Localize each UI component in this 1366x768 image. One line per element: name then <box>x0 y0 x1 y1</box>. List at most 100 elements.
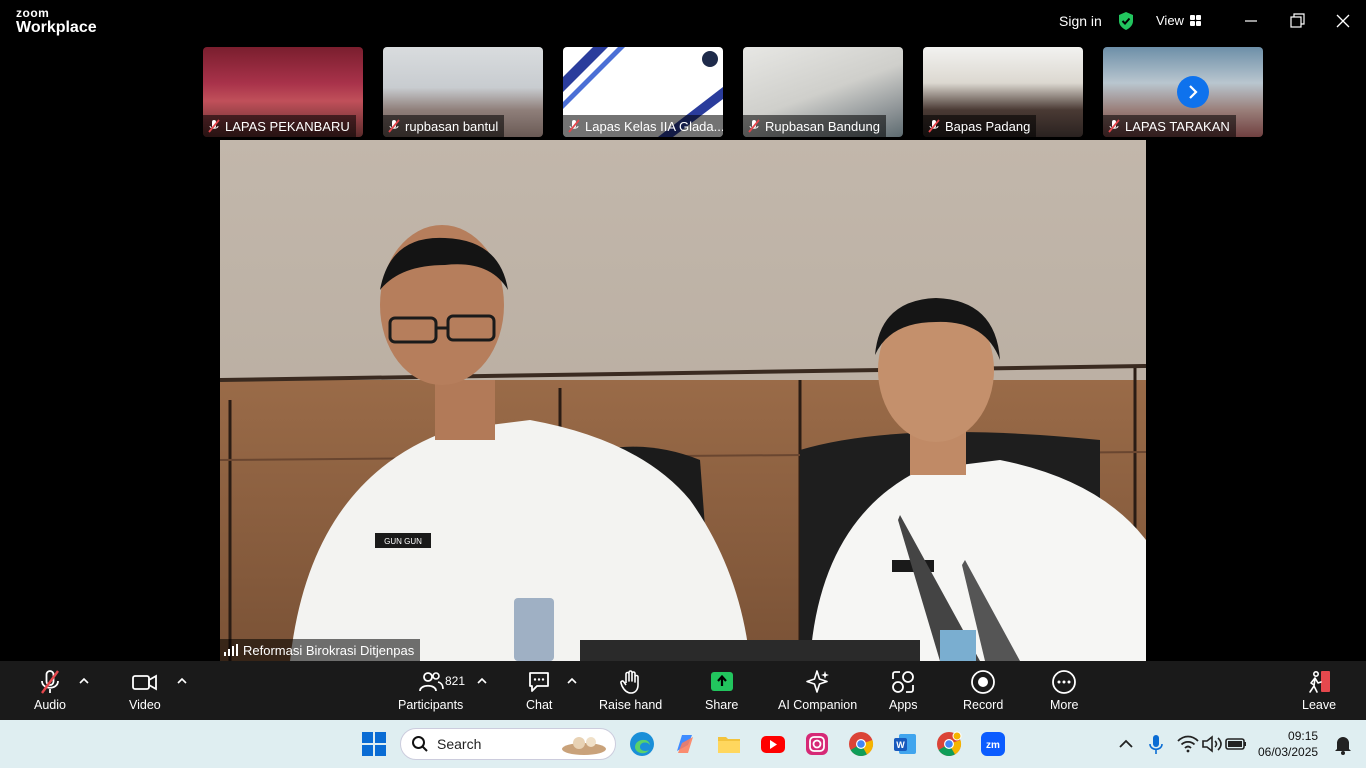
chevron-right-icon <box>1189 85 1198 99</box>
zoom-workplace-logo: zoom Workplace <box>16 7 97 36</box>
next-page-button[interactable] <box>1177 76 1209 108</box>
more-label: More <box>1050 698 1079 712</box>
chevron-up-icon[interactable] <box>477 677 487 685</box>
participant-name-tag: Rupbasan Bandung <box>743 115 886 137</box>
participant-tile[interactable]: rupbasan bantul <box>383 47 543 137</box>
gallery-strip: LAPAS PEKANBARU rupbasan bantul Lapas Ke… <box>203 47 1263 137</box>
participant-name-tag: rupbasan bantul <box>383 115 505 137</box>
participant-name: Bapas Padang <box>945 118 1031 134</box>
svg-text:W: W <box>896 740 905 750</box>
record-button[interactable]: Record <box>963 669 1003 712</box>
participants-count: 821 <box>445 674 466 688</box>
chrome-icon[interactable] <box>848 731 874 757</box>
battery-icon[interactable] <box>1223 731 1249 757</box>
title-bar: zoom Workplace Sign in View <box>0 0 1366 44</box>
more-icon <box>1052 670 1077 694</box>
wifi-icon[interactable] <box>1175 731 1201 757</box>
mic-muted-icon <box>568 119 580 133</box>
notification-bell-icon[interactable] <box>1330 731 1356 757</box>
hand-icon <box>619 670 639 694</box>
search-highlight-icon <box>562 737 606 755</box>
close-icon[interactable] <box>1331 10 1355 32</box>
ai-companion-label: AI Companion <box>778 698 858 712</box>
share-screen-icon <box>710 672 733 691</box>
participant-name: Lapas Kelas IIA Glada... <box>585 118 723 134</box>
audio-button[interactable]: Audio <box>34 669 66 712</box>
share-button[interactable]: Share <box>705 669 738 712</box>
mic-muted-icon <box>1108 119 1120 133</box>
raise-hand-label: Raise hand <box>599 698 663 712</box>
grid-icon <box>1189 15 1202 26</box>
view-button[interactable]: View <box>1156 13 1202 28</box>
participant-name-tag: LAPAS PEKANBARU <box>203 115 356 137</box>
file-explorer-icon[interactable] <box>716 731 742 757</box>
participant-tile[interactable]: Bapas Padang <box>923 47 1083 137</box>
chrome-profile-icon[interactable] <box>936 731 962 757</box>
chat-icon <box>529 672 550 692</box>
audio-label: Audio <box>34 698 66 712</box>
word-icon[interactable]: W <box>892 731 918 757</box>
participant-name-tag: Lapas Kelas IIA Glada... <box>563 115 723 137</box>
search-placeholder: Search <box>437 736 482 752</box>
chat-label: Chat <box>526 698 553 712</box>
signal-strength-icon <box>224 644 238 656</box>
microphone-icon[interactable] <box>1143 731 1169 757</box>
brand-bottom: Workplace <box>16 19 97 36</box>
camera-icon <box>131 674 157 691</box>
participant-name: Rupbasan Bandung <box>765 118 880 134</box>
copilot-icon[interactable] <box>672 731 698 757</box>
chevron-up-icon[interactable] <box>567 677 577 685</box>
leave-icon <box>1309 670 1331 693</box>
brand-top: zoom <box>16 6 50 20</box>
shield-check-icon[interactable] <box>1117 11 1135 31</box>
participant-tile[interactable]: LAPAS PEKANBARU <box>203 47 363 137</box>
svg-text:zm: zm <box>986 740 1000 751</box>
chevron-up-icon[interactable] <box>177 677 187 685</box>
taskbar-search[interactable]: Search <box>400 728 616 760</box>
mic-muted-icon <box>388 119 400 133</box>
windows-start-icon[interactable] <box>361 731 387 757</box>
raise-hand-button[interactable]: Raise hand <box>599 669 662 712</box>
chat-button[interactable]: Chat <box>526 669 552 712</box>
participant-tile[interactable]: Rupbasan Bandung <box>743 47 903 137</box>
youtube-icon[interactable] <box>760 731 786 757</box>
leave-label: Leave <box>1302 698 1337 712</box>
sign-in-link[interactable]: Sign in <box>1059 13 1102 29</box>
record-icon <box>971 670 996 694</box>
system-clock[interactable]: 09:15 06/03/2025 <box>1258 728 1318 760</box>
more-button[interactable]: More <box>1050 669 1078 712</box>
record-label: Record <box>963 698 1004 712</box>
video-button[interactable]: Video <box>129 669 161 712</box>
zoom-app-icon[interactable]: zm <box>980 731 1006 757</box>
instagram-icon[interactable] <box>804 731 830 757</box>
restore-icon[interactable] <box>1285 10 1309 32</box>
video-label: Video <box>129 698 161 712</box>
view-label: View <box>1156 13 1184 28</box>
minimize-icon[interactable] <box>1239 10 1263 32</box>
speaker-name: Reformasi Birokrasi Ditjenpas <box>243 642 415 658</box>
participant-name: LAPAS TARAKAN <box>1125 118 1230 134</box>
participant-name: rupbasan bantul <box>405 118 499 134</box>
participant-name: LAPAS PEKANBARU <box>225 118 350 134</box>
participant-name-tag: LAPAS TARAKAN <box>1103 115 1236 137</box>
edge-icon[interactable] <box>629 731 655 757</box>
speaker-name-tag: Reformasi Birokrasi Ditjenpas <box>220 639 421 661</box>
mic-muted-icon <box>208 119 220 133</box>
chevron-up-icon[interactable] <box>79 677 89 685</box>
sparkle-icon <box>805 670 829 693</box>
apps-icon <box>892 671 915 693</box>
leave-button[interactable]: Leave <box>1302 669 1336 712</box>
participant-tile[interactable]: Lapas Kelas IIA Glada... <box>563 47 723 137</box>
share-label: Share <box>705 698 739 712</box>
chevron-up-icon[interactable] <box>1113 731 1139 757</box>
participants-icon <box>418 672 444 692</box>
active-speaker-video[interactable]: GUN GUN Reformasi Birokrasi Ditjenpas <box>220 140 1146 661</box>
name-badge-left: GUN GUN <box>384 537 422 546</box>
participants-label: Participants <box>398 698 464 712</box>
mic-muted-icon <box>928 119 940 133</box>
ai-companion-button[interactable]: AI Companion <box>778 669 857 712</box>
meeting-toolbar: Audio Video Participants 821 Chat Raise … <box>0 661 1366 720</box>
apps-button[interactable]: Apps <box>889 669 918 712</box>
participant-name-tag: Bapas Padang <box>923 115 1037 137</box>
volume-icon[interactable] <box>1199 731 1225 757</box>
